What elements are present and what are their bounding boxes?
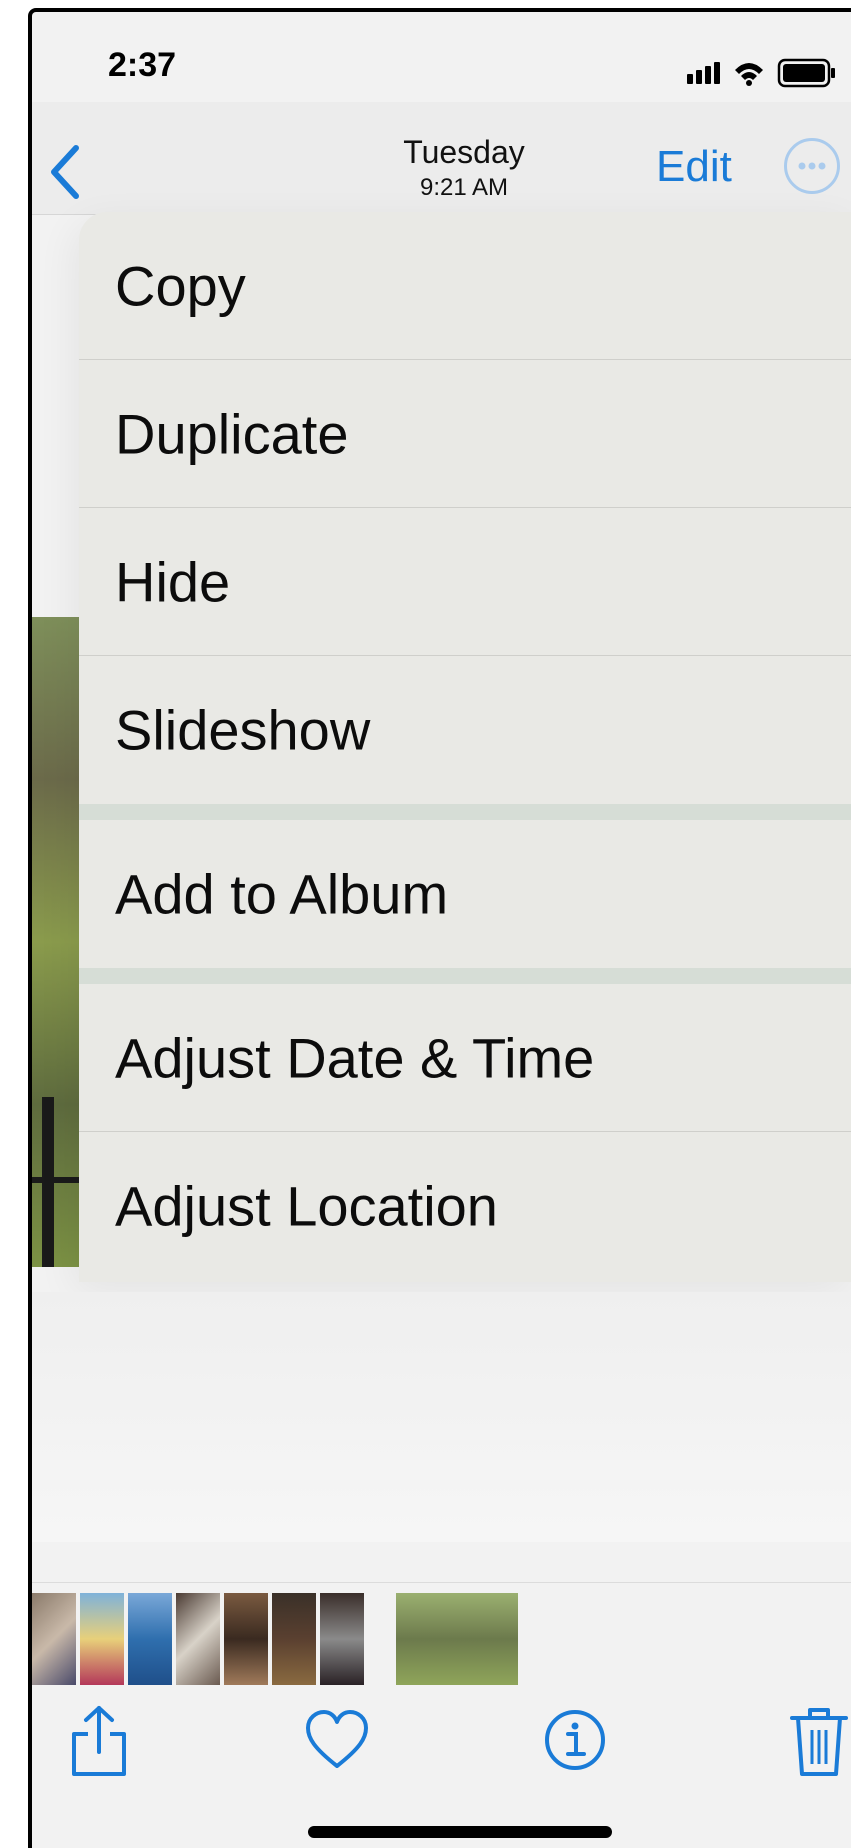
thumbnail-selected[interactable] — [396, 1593, 518, 1685]
menu-item-slideshow[interactable]: Slideshow — [79, 656, 851, 804]
home-indicator[interactable] — [308, 1826, 612, 1838]
heart-icon — [306, 1710, 368, 1768]
status-icons — [683, 52, 843, 92]
menu-item-label: Copy — [115, 254, 246, 317]
thumbnail[interactable] — [320, 1593, 364, 1685]
signal-icon — [687, 58, 835, 88]
delete-button[interactable] — [784, 1702, 851, 1782]
thumbnail[interactable] — [224, 1593, 268, 1685]
menu-item-label: Add to Album — [115, 862, 449, 926]
fence-rail — [32, 1177, 80, 1183]
context-menu: Copy Duplicate Hide Slideshow Add to Alb… — [79, 212, 851, 1282]
menu-item-label: Duplicate — [115, 402, 349, 465]
thumbnail[interactable] — [32, 1593, 76, 1685]
menu-item-label: Hide — [115, 550, 231, 613]
bottom-toolbar — [32, 1692, 851, 1792]
nav-title: Tuesday — [403, 134, 525, 170]
edit-button[interactable]: Edit — [656, 142, 732, 192]
menu-item-add-to-album[interactable]: Add to Album — [79, 820, 851, 968]
ellipsis-circle-icon — [798, 162, 826, 170]
menu-separator — [79, 968, 851, 984]
menu-item-duplicate[interactable]: Duplicate — [79, 360, 851, 508]
menu-item-copy[interactable]: Copy — [79, 212, 851, 360]
background-fade — [32, 1292, 851, 1542]
menu-item-label: Adjust Location — [115, 1174, 498, 1238]
nav-bar: Tuesday 9:21 AM Edit — [32, 102, 851, 215]
status-time: 2:37 — [108, 46, 177, 84]
share-icon — [72, 1706, 126, 1776]
nav-subtitle: 9:21 AM — [419, 174, 509, 201]
favorite-button[interactable] — [302, 1702, 372, 1782]
thumbnail[interactable] — [80, 1593, 124, 1685]
more-button[interactable] — [784, 138, 840, 194]
menu-item-label: Slideshow — [115, 698, 371, 762]
thumbnail[interactable] — [176, 1593, 220, 1685]
thumbnail[interactable] — [128, 1593, 172, 1685]
menu-item-label: Adjust Date & Time — [115, 1026, 595, 1089]
phone-screen: 2:37 Tuesday 9:21 AM Edit Copy Duplicate… — [28, 8, 851, 1848]
trash-icon — [790, 1708, 848, 1776]
menu-item-adjust-date-time[interactable]: Adjust Date & Time — [79, 984, 851, 1132]
share-button[interactable] — [64, 1702, 134, 1782]
info-icon — [545, 1710, 605, 1770]
thumbnail-strip — [32, 1582, 851, 1693]
thumbnail[interactable] — [272, 1593, 316, 1685]
back-button[interactable] — [44, 142, 88, 202]
photo-preview[interactable] — [32, 617, 80, 1267]
menu-item-hide[interactable]: Hide — [79, 508, 851, 656]
menu-item-adjust-location[interactable]: Adjust Location — [79, 1132, 851, 1280]
menu-separator — [79, 804, 851, 820]
info-button[interactable] — [540, 1702, 610, 1782]
chevron-left-icon — [51, 145, 79, 199]
